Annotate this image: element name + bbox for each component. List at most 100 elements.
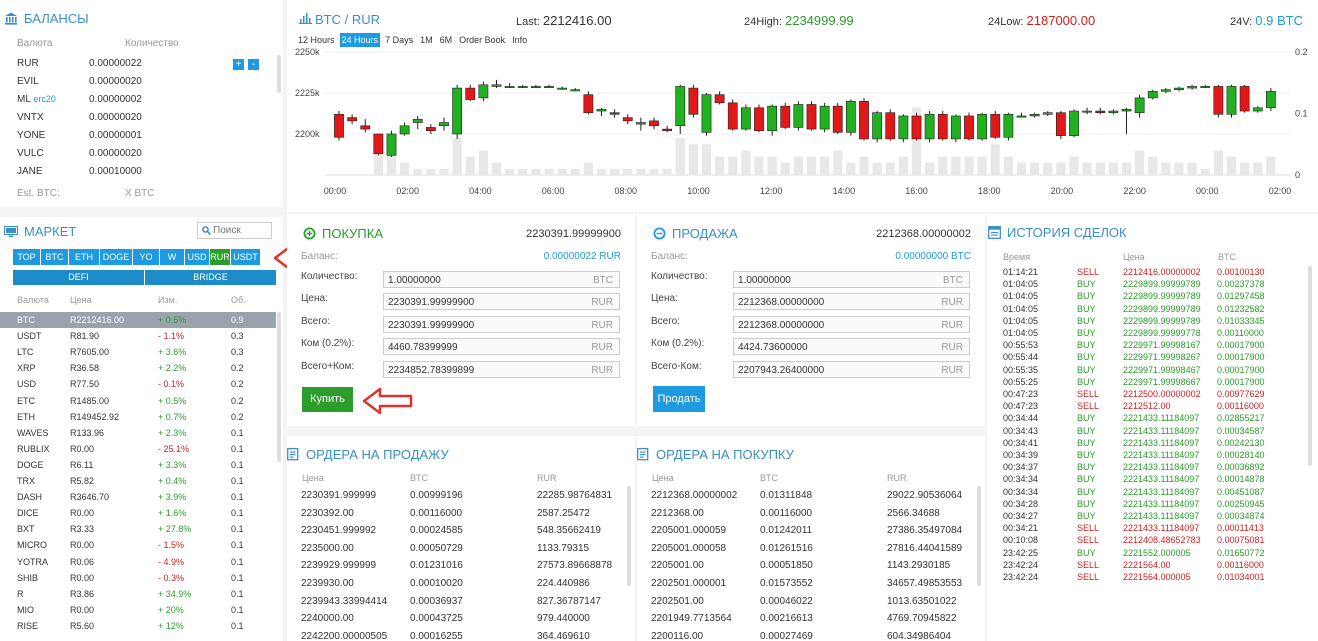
candle-body[interactable] — [806, 104, 817, 130]
balance-row[interactable]: YONE 0.00000001 — [0, 127, 275, 144]
candle-body[interactable] — [478, 84, 489, 99]
candle-body[interactable] — [425, 127, 436, 132]
withdraw-button[interactable]: - — [248, 59, 259, 70]
order-row[interactable]: 2200116.00 0.00027469 604.34986404 — [637, 628, 977, 641]
buy-field-input[interactable]: 4460.78399999 RUR — [383, 338, 620, 355]
chart-tab-7-days[interactable]: 7 Days — [383, 33, 415, 47]
order-row[interactable]: 2239943.33994414 0.00036937 827.36787147 — [287, 593, 627, 610]
buy-field-input[interactable]: 2230391.99999900 RUR — [383, 293, 620, 310]
candle-body[interactable] — [399, 125, 410, 135]
buy-balance-value[interactable]: 0.00000022 RUR — [544, 251, 621, 262]
candle-body[interactable] — [649, 120, 659, 127]
candle-body[interactable] — [1082, 110, 1093, 113]
candle-body[interactable] — [898, 115, 909, 140]
buy-field-input[interactable]: 2230391.99999900 RUR — [383, 316, 620, 333]
market-scrollbar[interactable] — [277, 312, 281, 462]
candle-body[interactable] — [1055, 112, 1066, 136]
market-search-input[interactable] — [213, 224, 268, 237]
candle-body[interactable] — [557, 87, 568, 90]
market-tab-usd[interactable]: USD — [185, 249, 209, 265]
order-row[interactable]: 2205001.000059 0.01242011 27386.35497084 — [637, 522, 977, 539]
order-row[interactable]: 2240000.00 0.00043725 979.440000 — [287, 610, 627, 627]
market-row[interactable]: USDT R81.90 - 1.1% 0.3 — [0, 328, 276, 344]
market-row[interactable]: MICRO R0.00 - 1.5% 0.1 — [0, 537, 276, 553]
market-row[interactable]: DICE R0.00 + 1.6% 0.1 — [0, 505, 276, 521]
chart-tab-6m[interactable]: 6M — [438, 33, 455, 47]
candle-body[interactable] — [583, 94, 594, 113]
candle-body[interactable] — [977, 114, 988, 140]
candle-body[interactable] — [570, 89, 581, 92]
sell-field-input[interactable]: 1.00000000 BTC — [733, 271, 970, 288]
market-tab-eth[interactable]: ETH — [69, 249, 99, 265]
candle-body[interactable] — [754, 107, 764, 132]
balance-row[interactable]: JANE 0.00010000 — [0, 163, 275, 180]
market-row[interactable]: USD R77.50 - 0.1% 0.2 — [0, 376, 276, 392]
sell-field-input[interactable]: 2207943.26400000 RUR — [733, 361, 970, 378]
candle-body[interactable] — [544, 86, 554, 88]
chart-tab-info[interactable]: Info — [510, 33, 529, 47]
order-row[interactable]: 2230392.00 0.00116000 2587.25472 — [287, 505, 627, 522]
candle-body[interactable] — [491, 84, 502, 87]
candle-body[interactable] — [950, 115, 961, 140]
order-row[interactable]: 2205001.000058 0.01261516 27816.44041589 — [637, 540, 977, 557]
candle-body[interactable] — [1200, 86, 1211, 88]
candle-body[interactable] — [911, 115, 922, 140]
candle-body[interactable] — [1029, 114, 1040, 117]
market-tab-usdt[interactable]: USDT — [231, 249, 260, 265]
candle-body[interactable] — [504, 86, 515, 88]
market-row[interactable]: RUBLIX R0.00 - 25.1% 0.1 — [0, 441, 276, 457]
market-row[interactable]: WAVES R133.96 + 2.3% 0.1 — [0, 425, 276, 441]
order-row[interactable]: 2202501.000001 0.01573552 34657.49853553 — [637, 575, 977, 592]
candle-body[interactable] — [386, 133, 397, 156]
market-tab-top[interactable]: TOP — [13, 249, 40, 265]
market-search[interactable] — [197, 222, 272, 239]
candle-body[interactable] — [675, 86, 686, 127]
market-row[interactable]: ETC R1485.00 + 0.5% 0.2 — [0, 393, 276, 409]
market-row[interactable]: SHIB R0.00 - 0.3% 0.1 — [0, 570, 276, 586]
sell-field-input[interactable]: 2212368.00000000 RUR — [733, 293, 970, 310]
candle-body[interactable] — [412, 118, 423, 123]
candle-body[interactable] — [688, 87, 699, 115]
market-row[interactable]: XRP R36.58 + 2.2% 0.2 — [0, 360, 276, 376]
deposit-button[interactable]: + — [233, 59, 244, 70]
candle-body[interactable] — [1134, 97, 1145, 113]
candle-body[interactable] — [714, 94, 725, 104]
candle-body[interactable] — [859, 100, 869, 140]
pair-quote[interactable]: RUR — [352, 12, 380, 27]
candle-body[interactable] — [990, 114, 1001, 138]
candle-body[interactable] — [1160, 89, 1171, 92]
candle-body[interactable] — [1095, 110, 1106, 113]
subtab-defi[interactable]: DEFI — [13, 270, 144, 285]
candle-body[interactable] — [1147, 91, 1158, 99]
candle-body[interactable] — [517, 86, 528, 88]
candle-body[interactable] — [780, 105, 791, 128]
candle-body[interactable] — [662, 128, 673, 132]
balance-row[interactable]: VULC 0.00000020 — [0, 145, 275, 162]
candle-body[interactable] — [1239, 86, 1250, 112]
chart-tab-1m[interactable]: 1M — [418, 33, 435, 47]
market-row[interactable]: BXT R3.33 + 27.8% 0.1 — [0, 521, 276, 537]
subtab-bridge[interactable]: BRIDGE — [145, 270, 276, 285]
candle-body[interactable] — [609, 112, 620, 115]
candle-body[interactable] — [439, 122, 449, 127]
candle-body[interactable] — [701, 94, 712, 133]
candle-body[interactable] — [1003, 114, 1014, 138]
candlestick-chart[interactable]: 2250k 2225k 2200k 0.2 0.1 0 00:00 02:00 04:00 06:… — [287, 48, 1318, 208]
candle-body[interactable] — [530, 86, 541, 88]
market-row[interactable]: ETH R149452.92 + 0.7% 0.2 — [0, 409, 276, 425]
candle-body[interactable] — [360, 125, 371, 130]
candle-body[interactable] — [740, 107, 751, 130]
candle-body[interactable] — [793, 104, 804, 128]
candle-body[interactable] — [1213, 86, 1224, 115]
balance-row[interactable]: EVIL 0.00000020 — [0, 73, 275, 90]
candle-body[interactable] — [845, 100, 856, 133]
market-row[interactable]: MIO R0.00 + 20% 0.1 — [0, 602, 276, 618]
market-row[interactable]: DASH R3646.70 + 3.9% 0.1 — [0, 489, 276, 505]
market-row[interactable]: DOGE R6.11 + 3.3% 0.1 — [0, 457, 276, 473]
candle-body[interactable] — [1252, 107, 1263, 112]
order-row[interactable]: 2230451.999992 0.00024585 548.35662419 — [287, 522, 627, 539]
pair-base[interactable]: BTC — [315, 12, 341, 27]
chart-tab-12-hours[interactable]: 12 Hours — [296, 33, 337, 47]
candle-body[interactable] — [1187, 86, 1198, 89]
candle-body[interactable] — [1069, 110, 1079, 136]
